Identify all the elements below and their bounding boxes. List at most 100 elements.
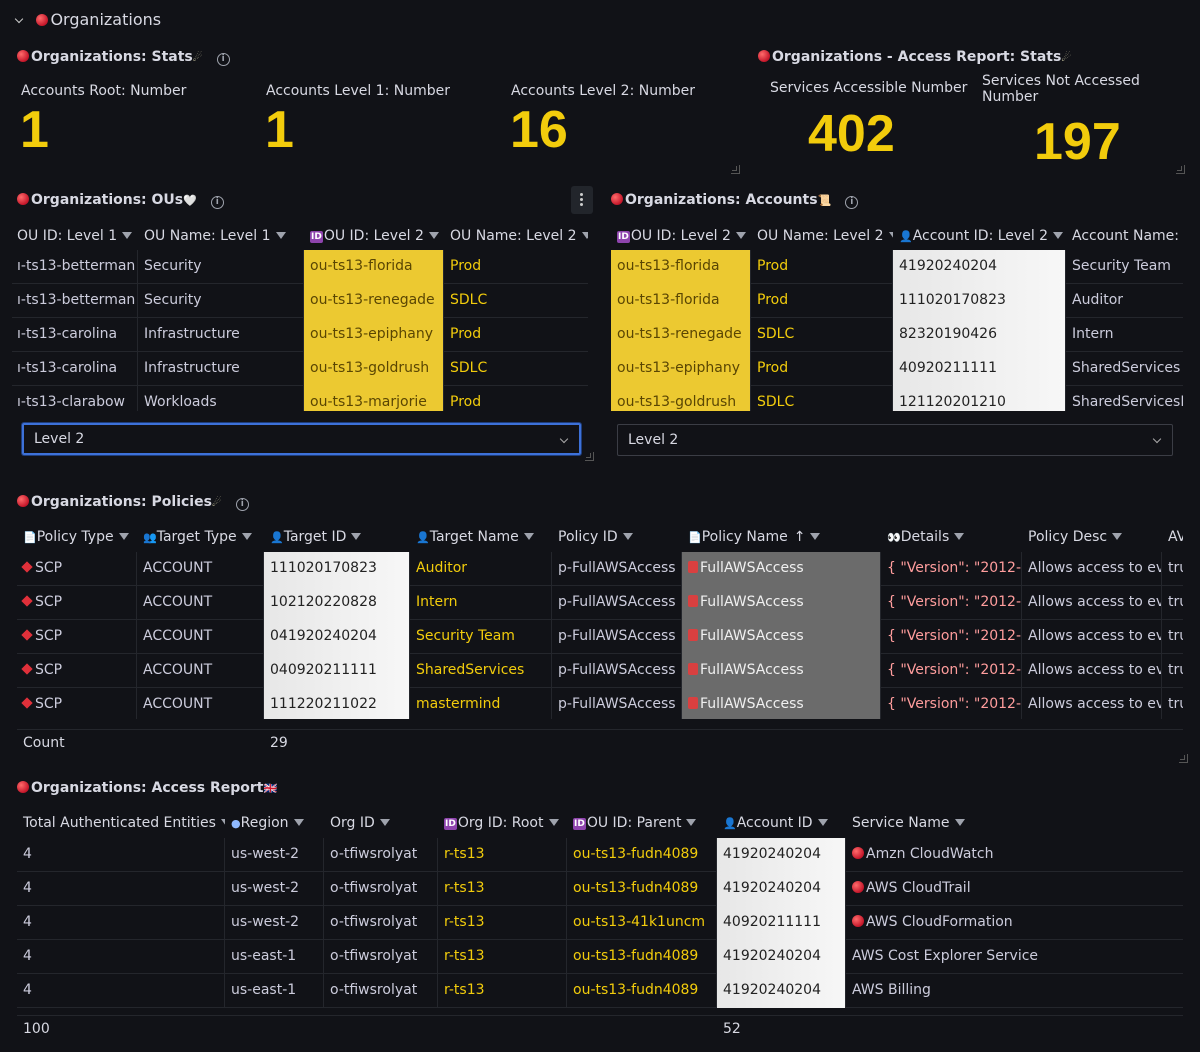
filter-icon[interactable] [351, 533, 362, 540]
column-header[interactable]: OU Name: Level 1 [138, 221, 304, 251]
target-id-cell: 111020170823 [264, 552, 410, 586]
filter-icon[interactable] [1053, 232, 1064, 239]
red-circle-icon [852, 847, 864, 859]
heart-icon: 🤍 [183, 194, 197, 207]
panel-resize-handle[interactable] [585, 452, 594, 461]
panel-resize-handle[interactable] [731, 165, 740, 174]
column-header[interactable]: Policy Desc [1022, 522, 1162, 552]
ou-id-level2-cell: ou-ts13-florida [304, 250, 444, 284]
filter-icon[interactable] [622, 533, 633, 540]
ou-name-level2-cell: SDLC [450, 360, 488, 376]
red-circle-icon [852, 915, 864, 927]
chevron-down-icon[interactable] [14, 14, 24, 24]
column-header[interactable]: Org ID [324, 808, 438, 838]
user-icon: 👤 [416, 531, 430, 544]
filter-icon[interactable] [1112, 533, 1123, 540]
sort-ascending-icon[interactable]: ↑ [794, 529, 806, 545]
red-circle-icon [17, 50, 29, 62]
ou-id-level1-cell: ı-ts13-carolina [12, 318, 138, 352]
scroll-icon: 📜 [817, 194, 832, 207]
account-id-cell: 40920211111 [717, 906, 846, 940]
filter-icon[interactable] [118, 533, 129, 540]
info-icon[interactable]: i [210, 196, 224, 209]
accounts-panel-title: Organizations: Accounts📜 i [611, 192, 859, 209]
red-circle-icon [758, 50, 770, 62]
stat-accounts-level1-value: 1 [265, 101, 294, 159]
policy-type-cell: SCP [17, 552, 137, 586]
info-icon[interactable]: i [235, 498, 249, 511]
column-header[interactable]: ID OU ID: Parent [567, 808, 717, 838]
column-header[interactable]: 👤Target Name [410, 522, 552, 552]
filter-icon[interactable] [581, 232, 588, 239]
policy-type-cell: SCP [17, 620, 137, 654]
filter-icon[interactable] [379, 819, 390, 826]
table-row: ı-ts13-carolina Infrastructure ou-ts13-g… [12, 352, 588, 386]
filter-icon[interactable] [735, 232, 746, 239]
target-name-cell: mastermind [410, 688, 552, 719]
row-header[interactable]: Organizations [14, 10, 161, 29]
stat-services-not-accessed-label: Services Not Accessed Number [982, 73, 1140, 105]
ou-id-level2-cell: ou-ts13-epiphany [304, 318, 444, 352]
comet-icon: ☄ [192, 51, 203, 64]
org-root-cell: r-ts13 [438, 906, 567, 940]
panel-resize-handle[interactable] [1179, 754, 1188, 763]
column-header[interactable]: Account Name: L [1066, 221, 1183, 251]
column-header[interactable]: AV [1162, 522, 1183, 552]
filter-icon[interactable] [428, 232, 439, 239]
policy-desc-cell: Allows access to eve [1022, 552, 1162, 586]
column-header[interactable]: 📄Policy Type [17, 522, 137, 552]
account-name-cell: Security Team [1072, 258, 1171, 274]
policy-name-cell: FullAWSAccess [682, 552, 881, 586]
filter-icon[interactable] [954, 819, 965, 826]
filter-icon[interactable] [241, 533, 252, 540]
panel-resize-handle[interactable] [1176, 165, 1185, 174]
filter-icon[interactable] [954, 533, 965, 540]
ous-panel-title: Organizations: OUs🤍 i [17, 192, 224, 209]
column-header[interactable]: ID OU ID: Level 2 [304, 221, 444, 251]
ous-level-select[interactable]: Level 2 [22, 423, 581, 455]
lock-icon [688, 595, 698, 607]
policy-type-cell: SCP [17, 654, 137, 688]
column-header[interactable]: 📄Policy Name ↑ [682, 522, 881, 552]
column-header[interactable]: 👤Account ID: Level 2 [893, 221, 1066, 251]
column-header[interactable]: OU Name: Level 2 [444, 221, 588, 251]
ou-name-level2-cell: Prod [450, 258, 482, 274]
column-header[interactable]: OU Name: Level 2 [751, 221, 893, 251]
filter-icon[interactable] [548, 819, 559, 826]
ou-id-level1-cell: ı-ts13-betterman [12, 284, 138, 318]
filter-icon[interactable] [686, 819, 697, 826]
account-name-cell: SharedServices [1072, 360, 1181, 376]
column-header[interactable]: 👤Target ID [264, 522, 410, 552]
filter-icon[interactable] [523, 533, 534, 540]
filter-icon[interactable] [810, 533, 821, 540]
column-header[interactable]: 👤Account ID [717, 808, 846, 838]
total-entities-cell: 4 [17, 838, 225, 872]
info-icon[interactable]: i [216, 53, 230, 66]
column-header[interactable]: OU ID: Level 1 [12, 221, 140, 251]
column-header[interactable]: ●Region [225, 808, 324, 838]
filter-icon[interactable] [122, 232, 133, 239]
diamond-icon [21, 595, 33, 607]
ou-name-level1-cell: Workloads [138, 386, 304, 411]
stat-accounts-root-label: Accounts Root: Number [21, 83, 187, 99]
column-header[interactable]: Total Authenticated Entities [17, 808, 225, 838]
info-icon[interactable]: i [845, 196, 859, 209]
document-icon: 📄 [23, 531, 37, 544]
table-row: SCP ACCOUNT 102120220828 Intern p-FullAW… [17, 586, 1183, 620]
filter-icon[interactable] [275, 232, 286, 239]
column-header[interactable]: ID OU ID: Level 2 [611, 221, 751, 251]
flag-icon: 🇬🇧 [263, 782, 278, 795]
panel-menu-icon[interactable] [571, 186, 593, 214]
column-header[interactable]: Policy ID [552, 522, 682, 552]
column-header[interactable]: Service Name [846, 808, 1183, 838]
column-header[interactable]: ID Org ID: Root [438, 808, 567, 838]
org-id-cell: o-tfiwsrolyat [324, 872, 438, 906]
accounts-level-select[interactable]: Level 2 [617, 424, 1173, 456]
policy-name-cell: FullAWSAccess [682, 586, 881, 620]
column-header[interactable]: 👥Target Type [137, 522, 264, 552]
filter-icon[interactable] [817, 819, 828, 826]
diamond-icon [21, 561, 33, 573]
stat-services-accessible-label: Services Accessible Number [770, 80, 968, 96]
column-header[interactable]: 👀Details [881, 522, 1022, 552]
filter-icon[interactable] [293, 819, 304, 826]
